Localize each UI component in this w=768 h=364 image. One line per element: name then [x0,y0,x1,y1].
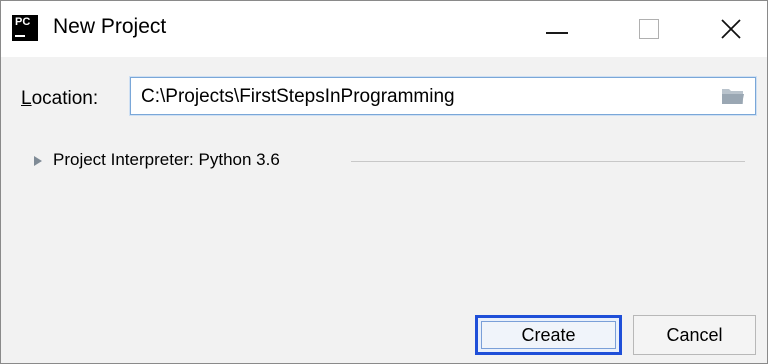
close-icon [721,19,741,39]
location-value: C:\Projects\FirstStepsInProgramming [141,86,455,107]
expand-triangle-icon[interactable] [33,155,43,167]
pycharm-app-icon: PC [12,15,38,41]
new-project-dialog: PC New Project Location: C:\Projects\Fir… [0,0,768,364]
project-interpreter-row[interactable]: Project Interpreter: Python 3.6 [25,150,745,174]
location-label-accel: L [21,88,32,109]
cancel-button[interactable]: Cancel [633,315,756,355]
title-bar[interactable]: PC New Project [1,1,767,57]
minimize-icon [546,32,568,34]
minimize-button[interactable] [511,1,603,57]
close-button[interactable] [695,1,767,57]
project-interpreter-label[interactable]: Project Interpreter: Python 3.6 [53,150,280,170]
maximize-button[interactable] [603,1,695,57]
location-label: Location: [21,88,98,110]
cancel-button-label: Cancel [666,324,723,345]
dialog-content: Location: C:\Projects\FirstStepsInProgra… [1,57,767,363]
separator-line [351,161,745,162]
location-label-rest: ocation: [31,88,99,109]
maximize-icon [639,19,659,39]
create-button[interactable]: Create [475,315,622,355]
location-input[interactable]: C:\Projects\FirstStepsInProgramming [130,77,756,115]
app-icon-text: PC [15,16,31,28]
browse-folder-icon[interactable] [721,86,745,106]
create-button-label: Create [521,324,576,345]
window-title: New Project [53,15,167,38]
